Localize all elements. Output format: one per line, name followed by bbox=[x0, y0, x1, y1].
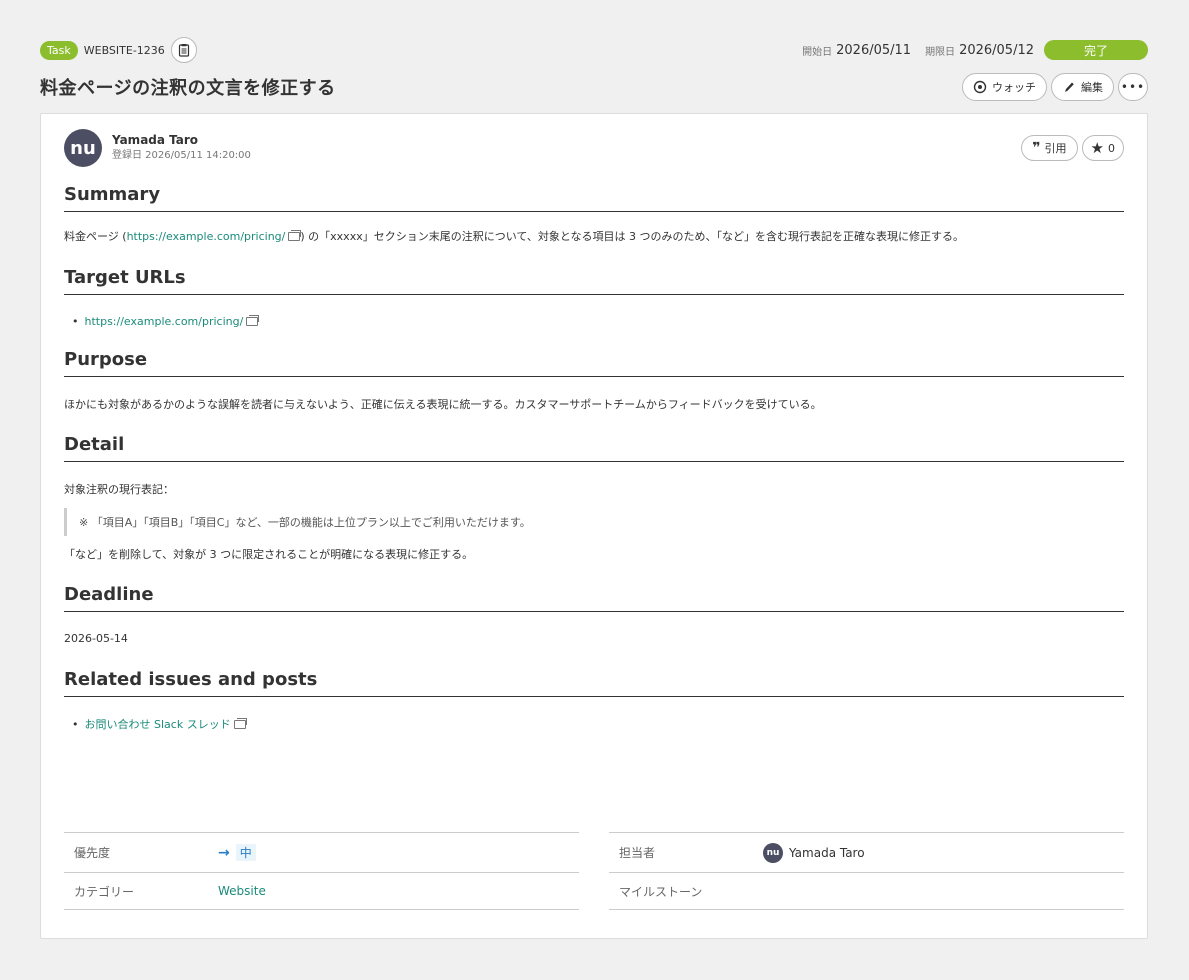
status-badge[interactable]: 完了 bbox=[1044, 40, 1148, 60]
created-date: 登録日 2026/05/11 14:20:00 bbox=[112, 150, 251, 161]
clipboard-icon bbox=[178, 44, 189, 57]
arrow-right-icon: → bbox=[218, 844, 230, 861]
pricing-link[interactable]: https://example.com/pricing/ bbox=[127, 230, 286, 243]
issue-key: WEBSITE-1236 bbox=[83, 43, 165, 57]
properties-right: 担当者 nu Yamada Taro マイルストーン bbox=[609, 832, 1124, 910]
star-button[interactable]: ★ 0 bbox=[1081, 135, 1124, 161]
target-url-link[interactable]: https://example.com/pricing/ bbox=[85, 315, 244, 328]
edit-label: 編集 bbox=[1081, 81, 1103, 94]
edit-button[interactable]: 編集 bbox=[1051, 73, 1114, 101]
issue-page: Task WEBSITE-1236 開始日 2026/05/11 期限日 202… bbox=[0, 0, 1189, 980]
description: Summary 料金ページ (https://example.com/prici… bbox=[64, 184, 1124, 732]
avatar: nu bbox=[64, 129, 102, 167]
assignee-row: 担当者 nu Yamada Taro bbox=[609, 832, 1124, 872]
related-list: お問い合わせ Slack スレッド bbox=[72, 716, 1124, 732]
category-label: カテゴリー bbox=[74, 884, 135, 899]
title-row: 料金ページの注釈の文言を修正する ウォッチ 編集 ••• bbox=[40, 72, 1148, 102]
detail-outro: 「など」を削除して、対象が 3 つに限定されることが明確になる表現に修正する。 bbox=[64, 548, 474, 561]
related-heading: Related issues and posts bbox=[64, 669, 1124, 697]
start-date-label: 開始日 bbox=[802, 46, 833, 58]
summary-text-end: ) の「xxxxx」セクション末尾の注釈について、対象となる項目は 3 つのみの… bbox=[300, 230, 964, 243]
more-button[interactable]: ••• bbox=[1118, 73, 1148, 101]
summary-heading: Summary bbox=[64, 184, 1124, 212]
assignee-value-wrap: nu Yamada Taro bbox=[763, 842, 865, 863]
milestone-row: マイルストーン bbox=[609, 872, 1124, 910]
priority-label: 優先度 bbox=[74, 846, 111, 860]
external-link-icon bbox=[288, 230, 302, 241]
issue-card: nu Yamada Taro 登録日 2026/05/11 14:20:00 ❞… bbox=[40, 113, 1148, 939]
purpose-heading: Purpose bbox=[64, 349, 1124, 377]
properties-left: 優先度 → 中 カテゴリー Website bbox=[64, 832, 579, 910]
author-name: Yamada Taro bbox=[112, 133, 199, 147]
external-link-icon bbox=[233, 718, 247, 729]
slack-thread-link[interactable]: お問い合わせ Slack スレッド bbox=[85, 718, 231, 731]
assignee-value: Yamada Taro bbox=[789, 845, 865, 860]
assignee-avatar: nu bbox=[763, 842, 783, 863]
quote-label: 引用 bbox=[1044, 142, 1067, 155]
category-row: カテゴリー Website bbox=[64, 872, 579, 910]
external-link-icon bbox=[246, 315, 260, 326]
assignee-label: 担当者 bbox=[619, 846, 656, 860]
issue-header-bar: Task WEBSITE-1236 開始日 2026/05/11 期限日 202… bbox=[40, 37, 1148, 63]
target-urls-heading: Target URLs bbox=[64, 267, 1124, 295]
target-url-list: https://example.com/pricing/ bbox=[72, 315, 1124, 328]
priority-row: 優先度 → 中 bbox=[64, 832, 579, 872]
list-item: お問い合わせ Slack スレッド bbox=[72, 716, 1124, 732]
summary-text: 料金ページ (https://example.com/pricing/ ) の「x… bbox=[64, 229, 1124, 245]
due-date-label: 期限日 bbox=[925, 46, 956, 58]
pencil-icon bbox=[1065, 82, 1074, 92]
deadline-text: 2026-05-14 bbox=[64, 632, 128, 645]
author-row: nu Yamada Taro 登録日 2026/05/11 14:20:00 ❞… bbox=[64, 128, 1124, 168]
purpose-text: ほかにも対象があるかのような誤解を読者に与えないよう、正確に伝える表現に統一する… bbox=[64, 398, 822, 411]
detail-quote: ※ 「項目A」「項目B」「項目C」など、一部の機能は上位プラン以上でご利用いただ… bbox=[64, 508, 1124, 536]
start-date-value: 2026/05/11 bbox=[836, 42, 912, 58]
list-item: https://example.com/pricing/ bbox=[72, 315, 1124, 328]
category-value-wrap: Website bbox=[218, 884, 266, 898]
star-icon: ★ bbox=[1090, 139, 1104, 157]
author-meta: Yamada Taro 登録日 2026/05/11 14:20:00 bbox=[112, 133, 251, 163]
quote-button[interactable]: ❞ 引用 bbox=[1021, 135, 1078, 161]
quote-icon: ❞ bbox=[1032, 140, 1041, 156]
watch-label: ウォッチ bbox=[992, 81, 1036, 94]
due-date-value: 2026/05/12 bbox=[959, 42, 1034, 58]
milestone-label: マイルストーン bbox=[619, 884, 703, 899]
priority-value: 中 bbox=[235, 844, 256, 861]
properties-table: 優先度 → 中 カテゴリー Website 担当者 nu Yamada Taro… bbox=[64, 832, 1124, 910]
deadline-heading: Deadline bbox=[64, 584, 1124, 612]
copy-key-button[interactable] bbox=[170, 37, 197, 63]
eye-icon bbox=[973, 80, 987, 94]
page-title: 料金ページの注釈の文言を修正する bbox=[40, 78, 336, 99]
star-count: 0 bbox=[1108, 141, 1115, 155]
summary-text-start: 料金ページ ( bbox=[64, 230, 127, 243]
watch-button[interactable]: ウォッチ bbox=[962, 73, 1047, 101]
category-value[interactable]: Website bbox=[218, 884, 266, 898]
issue-type-badge: Task bbox=[40, 40, 78, 60]
detail-heading: Detail bbox=[64, 434, 1124, 462]
priority-value-wrap: → 中 bbox=[218, 844, 256, 861]
detail-intro: 対象注釈の現行表記： bbox=[64, 483, 174, 496]
